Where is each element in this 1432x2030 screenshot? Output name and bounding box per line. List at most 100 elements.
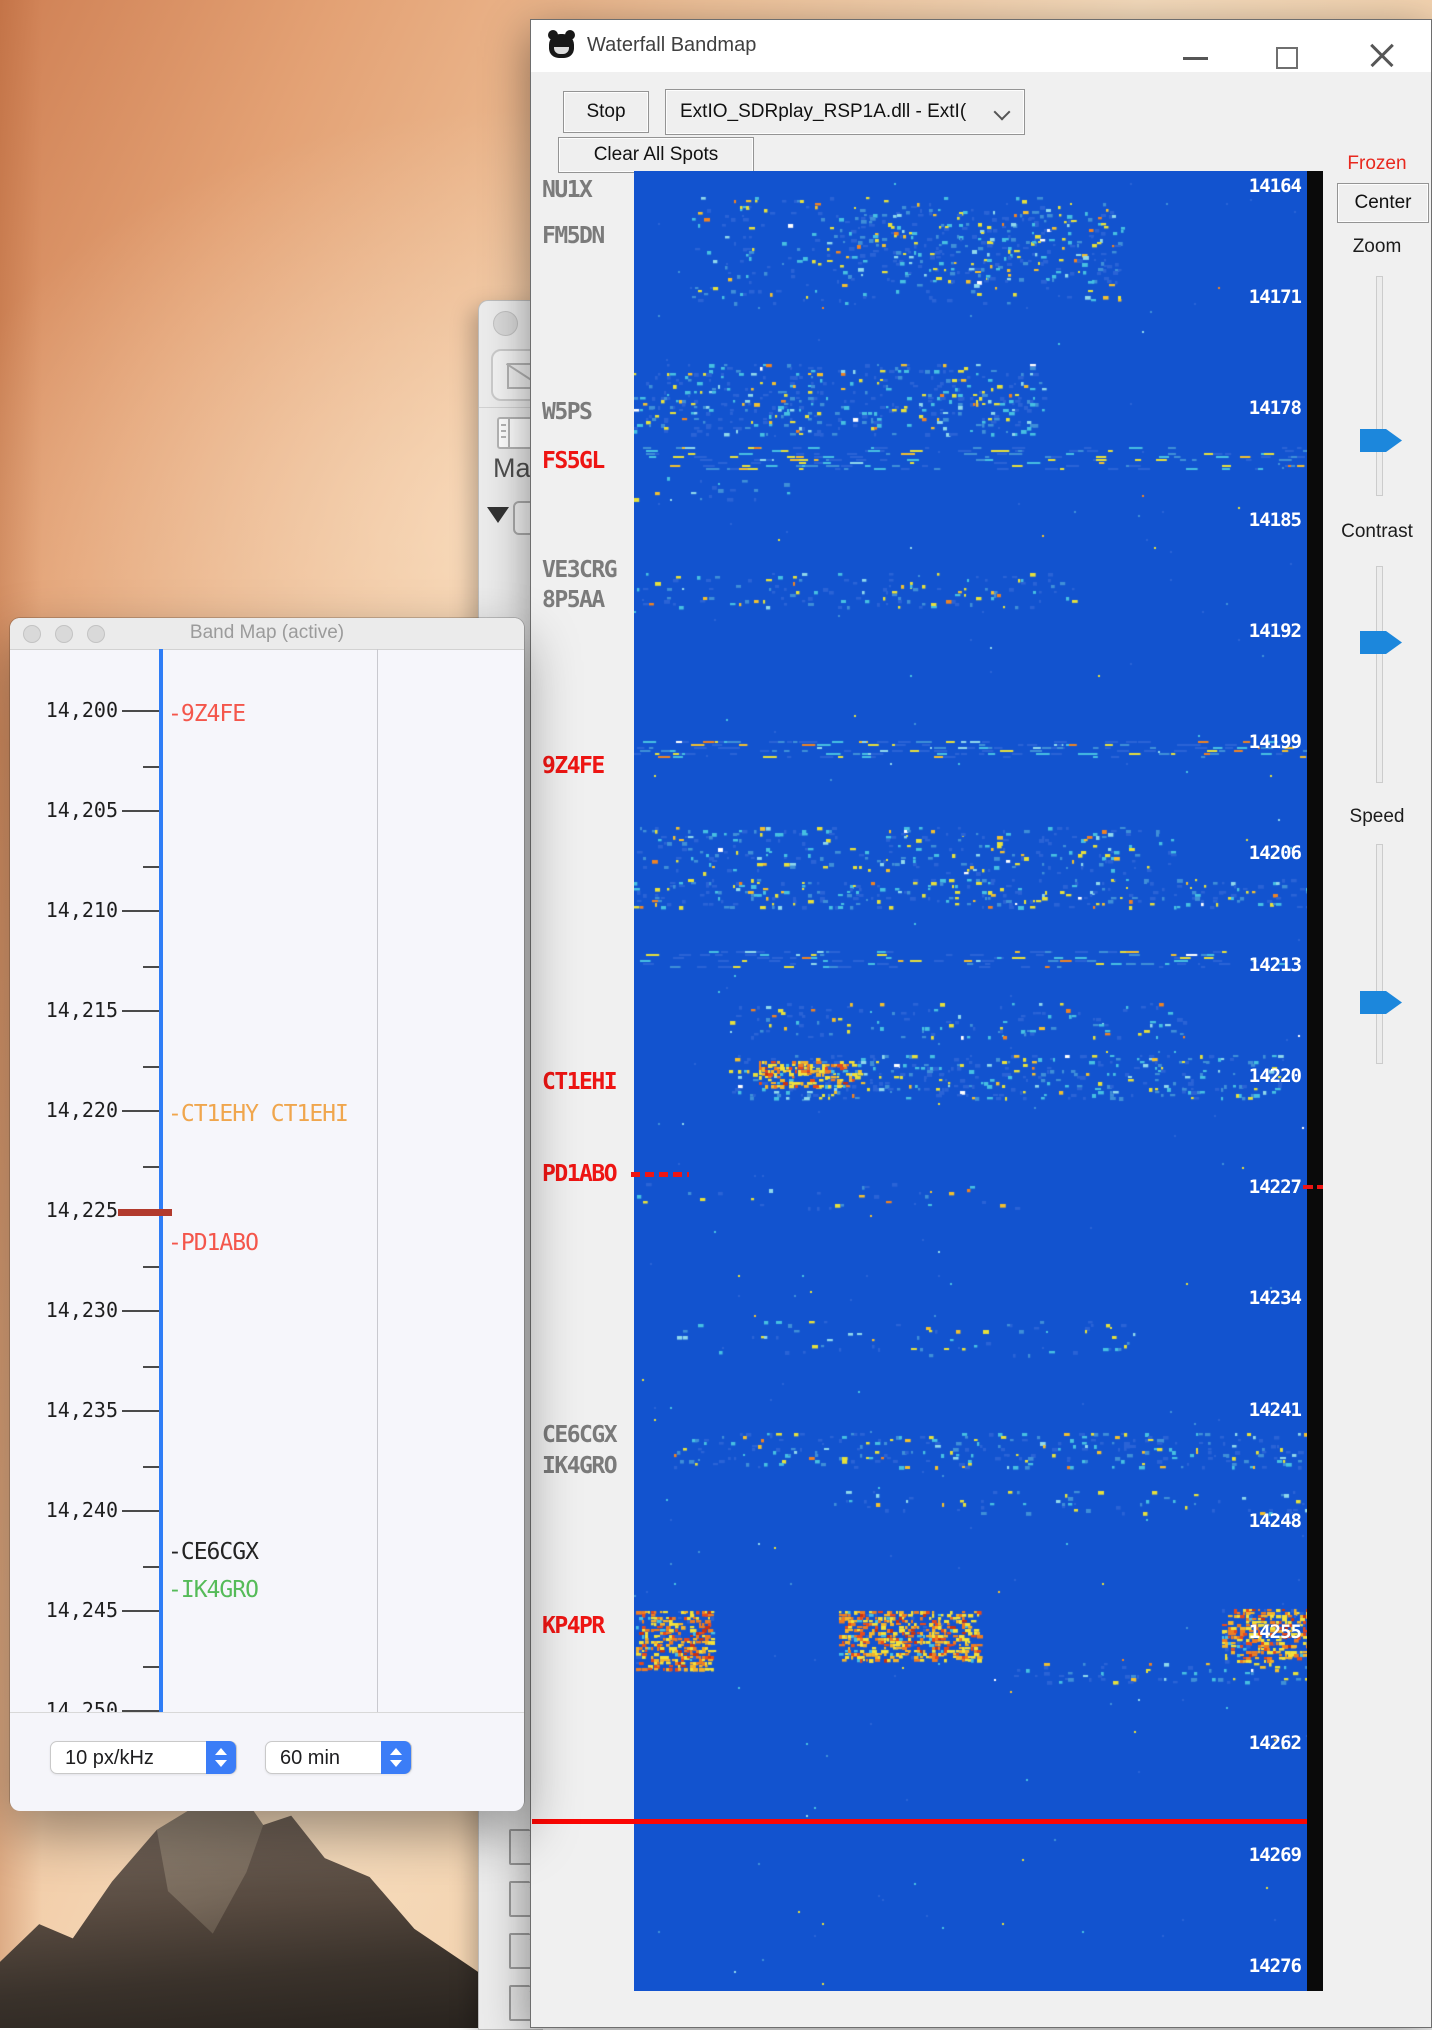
band-map-window: Band Map (active) 14,200 14,205 14,210: [10, 618, 524, 1810]
bandmap-frequency-label: 14,245: [20, 1598, 118, 1622]
bandmap-spot-label[interactable]: -IK4GRO: [168, 1577, 258, 1603]
window-title: Band Map (active): [10, 622, 524, 644]
bandmap-frequency-label: 14,220: [20, 1098, 118, 1122]
frequency-scale-row: 14,215: [10, 1016, 377, 1042]
waterfall-spot-label[interactable]: 9Z4FE: [542, 753, 634, 779]
frequency-major-tick: [122, 1510, 159, 1512]
bandmap-frequency-label: 14,235: [20, 1398, 118, 1422]
zoom-slider-track[interactable]: [1376, 276, 1383, 496]
time-span-select[interactable]: 60 min: [265, 1741, 412, 1774]
chevron-down-icon: [994, 104, 1011, 121]
frequency-minor-tick: [143, 966, 159, 968]
waterfall-titlebar[interactable]: Waterfall Bandmap: [531, 20, 1431, 72]
bandmap-frequency-label: 14,210: [20, 898, 118, 922]
waterfall-spot-label[interactable]: FS5GL: [542, 448, 634, 474]
zoom-slider-thumb[interactable]: [1360, 429, 1402, 452]
scale-select[interactable]: 10 px/kHz: [50, 1741, 237, 1774]
stop-button[interactable]: Stop: [563, 91, 649, 133]
disclosure-triangle-icon[interactable]: [487, 507, 509, 523]
time-span-select-value: 60 min: [280, 1747, 340, 1769]
bandmap-frequency-label: 14,225: [20, 1198, 118, 1222]
frequency-minor-tick: [143, 1566, 159, 1568]
bandmap-spot-label[interactable]: -9Z4FE: [168, 701, 245, 727]
center-button[interactable]: Center: [1337, 183, 1429, 223]
frequency-scale-row: 14,205: [10, 816, 377, 842]
traffic-light-icon[interactable]: [493, 311, 518, 336]
frequency-major-tick: [122, 810, 159, 812]
minimize-icon[interactable]: [1183, 57, 1208, 60]
spot-frequency-dashes: [631, 1172, 689, 1177]
waterfall-spot-label[interactable]: FM5DN: [542, 223, 634, 249]
waterfall-frequency-label: 14276: [1151, 1955, 1301, 1977]
bandmap-frequency-label: 14,230: [20, 1298, 118, 1322]
frequency-minor-tick: [143, 1466, 159, 1468]
waterfall-frequency-label: 14241: [1151, 1399, 1301, 1421]
frequency-major-tick: [122, 710, 159, 712]
contrast-slider-thumb[interactable]: [1360, 631, 1402, 654]
bandmap-spot-label[interactable]: -PD1ABO: [168, 1230, 258, 1256]
bandmap-spot-label[interactable]: -CE6CGX: [168, 1539, 258, 1565]
waterfall-frequency-label: 14227: [1151, 1176, 1301, 1198]
frequency-major-tick: [122, 1010, 159, 1012]
bandmap-spot-label[interactable]: -CT1EHY CT1EHI: [168, 1101, 348, 1127]
stepper-icon[interactable]: [381, 1741, 411, 1774]
waterfall-spot-label[interactable]: W5PS: [542, 399, 634, 425]
waterfall-spot-label[interactable]: NU1X: [542, 177, 634, 203]
waterfall-frequency-label: 14192: [1151, 620, 1301, 642]
bandmap-frequency-label: 14,215: [20, 998, 118, 1022]
frequency-scale-row: 14,230: [10, 1316, 377, 1342]
device-dropdown[interactable]: ExtIO_SDRplay_RSP1A.dll - ExtI(: [665, 89, 1025, 135]
waterfall-control-panel: Frozen Center Zoom Contrast Speed: [1323, 72, 1431, 2027]
column-divider: [377, 649, 378, 1712]
waterfall-spot-label[interactable]: KP4PR: [542, 1613, 634, 1639]
spot-frequency-marker: [118, 1209, 172, 1216]
waterfall-spot-label[interactable]: VE3CRG: [542, 557, 634, 583]
waterfall-frequency-label: 14185: [1151, 509, 1301, 531]
contrast-slider-label: Contrast: [1323, 521, 1431, 543]
speed-slider-thumb[interactable]: [1360, 991, 1402, 1014]
waterfall-spot-label[interactable]: IK4GRO: [542, 1453, 634, 1479]
window-title: Waterfall Bandmap: [587, 34, 756, 57]
waterfall-right-margin: [1307, 171, 1323, 1991]
frozen-status-label: Frozen: [1323, 153, 1431, 175]
waterfall-frequency-label: 14269: [1151, 1844, 1301, 1866]
close-icon[interactable]: [1367, 42, 1393, 68]
waterfall-frequency-label: 14234: [1151, 1287, 1301, 1309]
band-axis-line: [159, 649, 163, 1712]
frequency-major-tick: [122, 1110, 159, 1112]
contrast-slider-track[interactable]: [1376, 566, 1383, 783]
waterfall-frequency-label: 14255: [1151, 1621, 1301, 1643]
device-dropdown-value: ExtIO_SDRplay_RSP1A.dll - ExtI(: [680, 101, 966, 122]
bandmap-footer: 10 px/kHz 60 min: [10, 1712, 524, 1811]
frequency-major-tick: [122, 1310, 159, 1312]
clear-all-spots-button[interactable]: Clear All Spots: [558, 137, 754, 173]
waterfall-spot-label[interactable]: 8P5AA: [542, 587, 634, 613]
waterfall-frequency-label: 14220: [1151, 1065, 1301, 1087]
frequency-minor-tick: [143, 1666, 159, 1668]
maximize-icon[interactable]: [1276, 47, 1298, 69]
bandmap-frequency-label: 14,250: [20, 1698, 118, 1712]
frequency-scale-row: 14,245: [10, 1616, 377, 1642]
speed-slider-track[interactable]: [1376, 844, 1383, 1064]
waterfall-spot-label[interactable]: CT1EHI: [542, 1069, 634, 1095]
scale-select-value: 10 px/kHz: [65, 1747, 154, 1769]
frequency-scale-row: 14,235: [10, 1416, 377, 1442]
bandmap-frequency-label: 14,240: [20, 1498, 118, 1522]
frequency-minor-tick: [143, 1066, 159, 1068]
zoom-slider-label: Zoom: [1323, 236, 1431, 258]
waterfall-frequency-label: 14248: [1151, 1510, 1301, 1532]
waterfall-frequency-label: 14206: [1151, 842, 1301, 864]
waterfall-frequency-label: 14164: [1151, 175, 1301, 197]
waterfall-spot-label[interactable]: CE6CGX: [542, 1422, 634, 1448]
frequency-major-tick: [122, 1610, 159, 1612]
waterfall-frequency-label: 14213: [1151, 954, 1301, 976]
bandmap-frequency-label: 14,205: [20, 798, 118, 822]
waterfall-spot-label[interactable]: PD1ABO: [542, 1161, 634, 1187]
bandmap-titlebar[interactable]: Band Map (active): [10, 618, 524, 650]
waterfall-bandmap-window: Waterfall Bandmap Stop ExtIO_SDRplay_RSP…: [530, 19, 1432, 2028]
speed-slider-label: Speed: [1323, 806, 1431, 828]
partial-window-text: Ma: [493, 453, 531, 484]
frequency-minor-tick: [143, 1266, 159, 1268]
stepper-icon[interactable]: [206, 1741, 236, 1774]
frequency-minor-tick: [143, 1166, 159, 1168]
